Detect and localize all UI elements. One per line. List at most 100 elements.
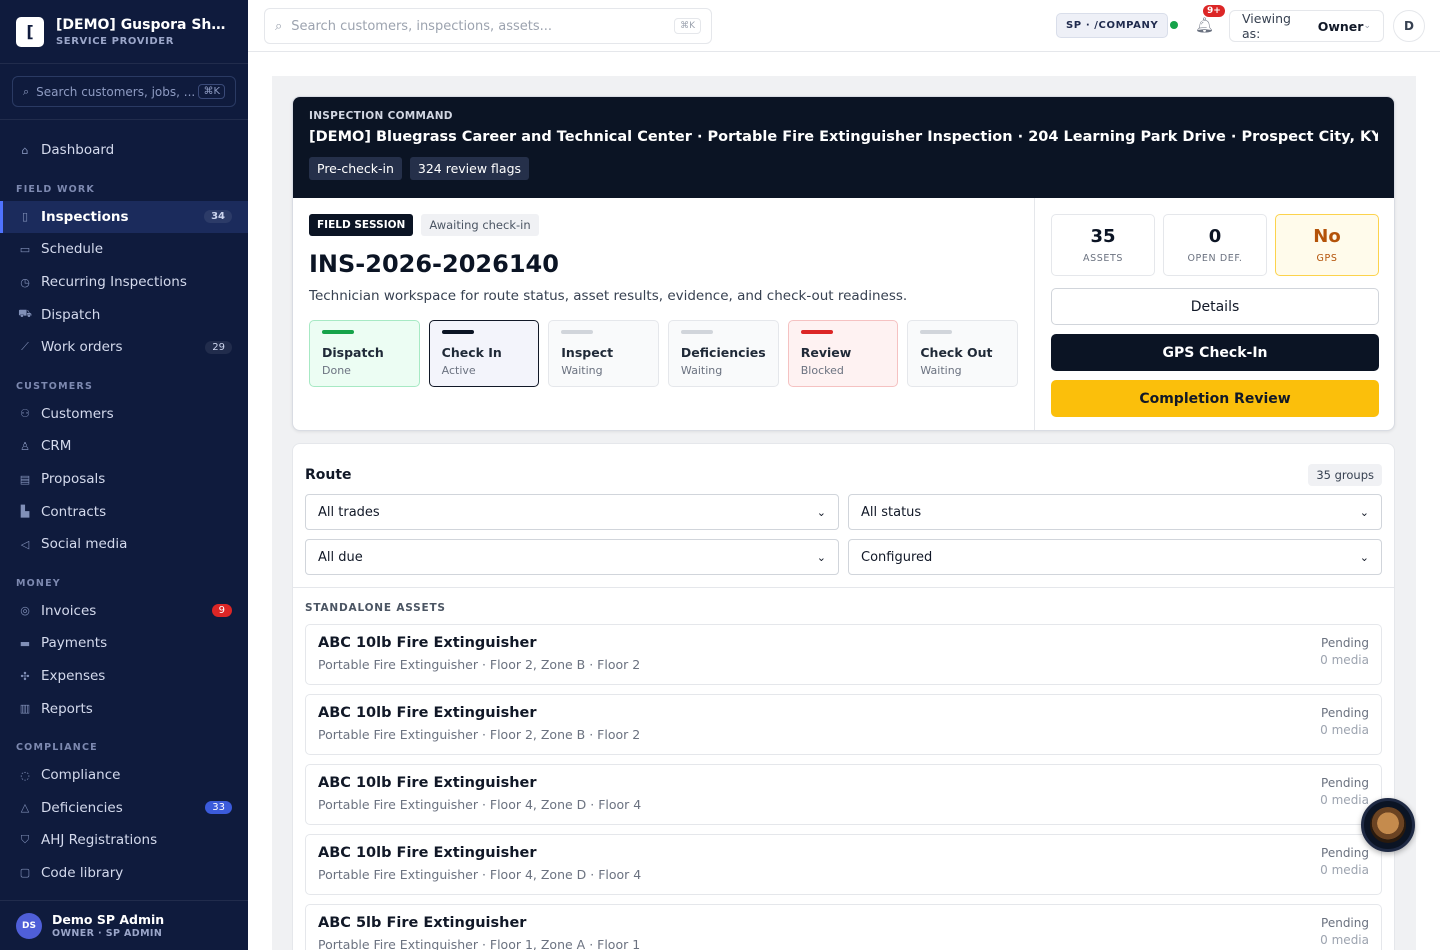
status-filter-select[interactable]: All status ⌄ <box>848 494 1382 530</box>
groups-count: 35 groups <box>1308 464 1382 486</box>
due-filter-select[interactable]: All due ⌄ <box>305 539 839 575</box>
step-indicator <box>561 330 594 334</box>
count-badge: 29 <box>205 340 232 354</box>
document-icon: ▤ <box>19 472 31 486</box>
sidebar-item-proposals[interactable]: ▤ Proposals <box>0 463 248 496</box>
file-icon: ▙ <box>20 505 30 519</box>
sidebar-item-reports[interactable]: ▥ Reports <box>0 692 248 725</box>
dollar-icon: ◎ <box>20 604 30 618</box>
global-search-input[interactable]: ⌕ Search customers, inspections, assets.… <box>264 8 712 44</box>
receipt-icon: ✣ <box>20 669 30 683</box>
asset-row[interactable]: ABC 5lb Fire Extinguisher Portable Fire … <box>305 904 1382 950</box>
section-compliance: COMPLIANCE <box>16 741 98 753</box>
trade-filter-select[interactable]: All trades ⌄ <box>305 494 839 530</box>
online-status-dot <box>1170 21 1178 29</box>
asset-status: Pending <box>1321 846 1369 860</box>
megaphone-icon: ◁ <box>20 537 30 551</box>
sidebar-item-payments[interactable]: ▬ Payments <box>0 627 248 660</box>
session-stats: 35 ASSETS 0 OPEN DEF. No GPS <box>1051 214 1379 276</box>
user-menu[interactable]: DS Demo SP Admin OWNER · SP ADMIN <box>0 900 248 950</box>
step-dispatch[interactable]: Dispatch Done <box>309 320 420 387</box>
sidebar-item-invoices[interactable]: ◎ Invoices 9 <box>0 595 248 628</box>
section-money: MONEY <box>16 577 61 589</box>
brand-title: [DEMO] Guspora Show... <box>56 16 231 33</box>
asset-row[interactable]: ABC 10lb Fire Extinguisher Portable Fire… <box>305 764 1382 825</box>
count-badge: 9 <box>211 604 232 618</box>
viewing-as-select[interactable]: Viewing as: Owner ⌄ <box>1229 10 1384 42</box>
asset-name: ABC 10lb Fire Extinguisher <box>318 845 537 861</box>
sidebar-item-dispatch[interactable]: ⛟ Dispatch <box>0 298 248 331</box>
gps-check-in-button[interactable]: GPS Check-In <box>1051 334 1379 371</box>
step-indicator <box>680 330 713 334</box>
asset-name: ABC 10lb Fire Extinguisher <box>318 635 537 651</box>
bell-icon[interactable]: 🔔︎ <box>1195 16 1214 34</box>
command-eyebrow: INSPECTION COMMAND <box>309 110 453 122</box>
section-field-work: FIELD WORK <box>16 183 95 195</box>
details-button[interactable]: Details <box>1051 288 1379 325</box>
asset-media-count: 0 media <box>1320 863 1369 877</box>
sidebar-item-code-library[interactable]: ▢ Code library <box>0 857 248 890</box>
sidebar-item-social-media[interactable]: ◁ Social media <box>0 528 248 561</box>
avatar[interactable]: D <box>1393 10 1425 42</box>
sidebar: [ [DEMO] Guspora Show... SERVICE PROVIDE… <box>0 0 248 950</box>
calendar-icon: ▭ <box>19 242 31 256</box>
stat-assets: 35 ASSETS <box>1051 214 1155 276</box>
check-circle-icon: ◌ <box>20 768 30 782</box>
shortcut-hint: ⌘K <box>674 18 701 34</box>
chevron-down-icon: ⌄ <box>816 505 826 519</box>
wrench-icon: ⟋ <box>21 340 29 354</box>
sidebar-item-deficiencies[interactable]: △ Deficiencies 33 <box>0 792 248 825</box>
tenant-chip[interactable]: SP · /COMPANY <box>1056 13 1169 38</box>
sidebar-item-schedule[interactable]: ▭ Schedule <box>0 233 248 266</box>
asset-status: Pending <box>1321 636 1369 650</box>
step-inspect[interactable]: Inspect Waiting <box>548 320 659 387</box>
asset-media-count: 0 media <box>1320 933 1369 947</box>
inspection-command-card: INSPECTION COMMAND [DEMO] Bluegrass Care… <box>292 96 1395 431</box>
count-badge: 34 <box>204 210 232 224</box>
asset-location: Portable Fire Extinguisher · Floor 4, Zo… <box>318 797 642 812</box>
sidebar-item-work-orders[interactable]: ⟋ Work orders 29 <box>0 331 248 364</box>
step-check-in[interactable]: Check In Active <box>428 320 540 387</box>
sidebar-item-compliance[interactable]: ◌ Compliance <box>0 759 248 792</box>
sidebar-nav: ⌂ Dashboard FIELD WORK ▯ Inspections 34 … <box>0 120 248 889</box>
asset-location: Portable Fire Extinguisher · Floor 1, Zo… <box>318 937 641 950</box>
sidebar-item-inspections[interactable]: ▯ Inspections 34 <box>0 200 248 234</box>
repeat-icon: ◷ <box>20 275 30 289</box>
assistant-avatar-icon <box>1370 807 1406 843</box>
asset-media-count: 0 media <box>1320 653 1369 667</box>
search-icon: ⌕ <box>275 18 283 34</box>
brand-subtitle: SERVICE PROVIDER <box>56 35 174 47</box>
asset-status: Pending <box>1321 706 1369 720</box>
asset-row[interactable]: ABC 10lb Fire Extinguisher Portable Fire… <box>305 834 1382 895</box>
step-deficiencies[interactable]: Deficiencies Waiting <box>667 320 779 387</box>
asset-row[interactable]: ABC 10lb Fire Extinguisher Portable Fire… <box>305 624 1382 685</box>
section-customers: CUSTOMERS <box>16 380 93 392</box>
sidebar-item-contracts[interactable]: ▙ Contracts <box>0 495 248 528</box>
asset-location: Portable Fire Extinguisher · Floor 2, Zo… <box>318 657 641 672</box>
assistant-button[interactable] <box>1361 798 1415 852</box>
step-check-out[interactable]: Check Out Waiting <box>907 320 1019 387</box>
brand[interactable]: [ [DEMO] Guspora Show... SERVICE PROVIDE… <box>0 0 248 64</box>
sidebar-item-crm[interactable]: ♙ CRM <box>0 430 248 463</box>
session-state-badge: Awaiting check-in <box>421 214 539 236</box>
user-role: OWNER · SP ADMIN <box>52 928 163 939</box>
sidebar-item-dashboard[interactable]: ⌂ Dashboard <box>0 134 248 167</box>
content-panel: INSPECTION COMMAND [DEMO] Bluegrass Care… <box>272 76 1416 950</box>
chevron-down-icon: ⌄ <box>1359 550 1369 564</box>
asset-row[interactable]: ABC 10lb Fire Extinguisher Portable Fire… <box>305 694 1382 755</box>
sidebar-item-expenses[interactable]: ✣ Expenses <box>0 660 248 693</box>
configuration-filter-select[interactable]: Configured ⌄ <box>848 539 1382 575</box>
clipboard-icon: ▯ <box>21 210 29 224</box>
asset-media-count: 0 media <box>1320 723 1369 737</box>
asset-media-count: 0 media <box>1320 793 1369 807</box>
sidebar-item-recurring-inspections[interactable]: ◷ Recurring Inspections <box>0 266 248 299</box>
completion-review-button[interactable]: Completion Review <box>1051 380 1379 417</box>
step-indicator <box>322 330 354 334</box>
asset-location: Portable Fire Extinguisher · Floor 4, Zo… <box>318 867 642 882</box>
step-review[interactable]: Review Blocked <box>787 320 899 387</box>
brand-logo: [ <box>16 16 44 47</box>
sidebar-item-customers[interactable]: ⚇ Customers <box>0 398 248 431</box>
asset-name: ABC 10lb Fire Extinguisher <box>318 775 537 791</box>
sidebar-item-ahj-registrations[interactable]: ⛉ AHJ Registrations <box>0 824 248 857</box>
sidebar-search-input[interactable]: ⌕ Search customers, jobs, ... ⌘K <box>12 76 236 107</box>
